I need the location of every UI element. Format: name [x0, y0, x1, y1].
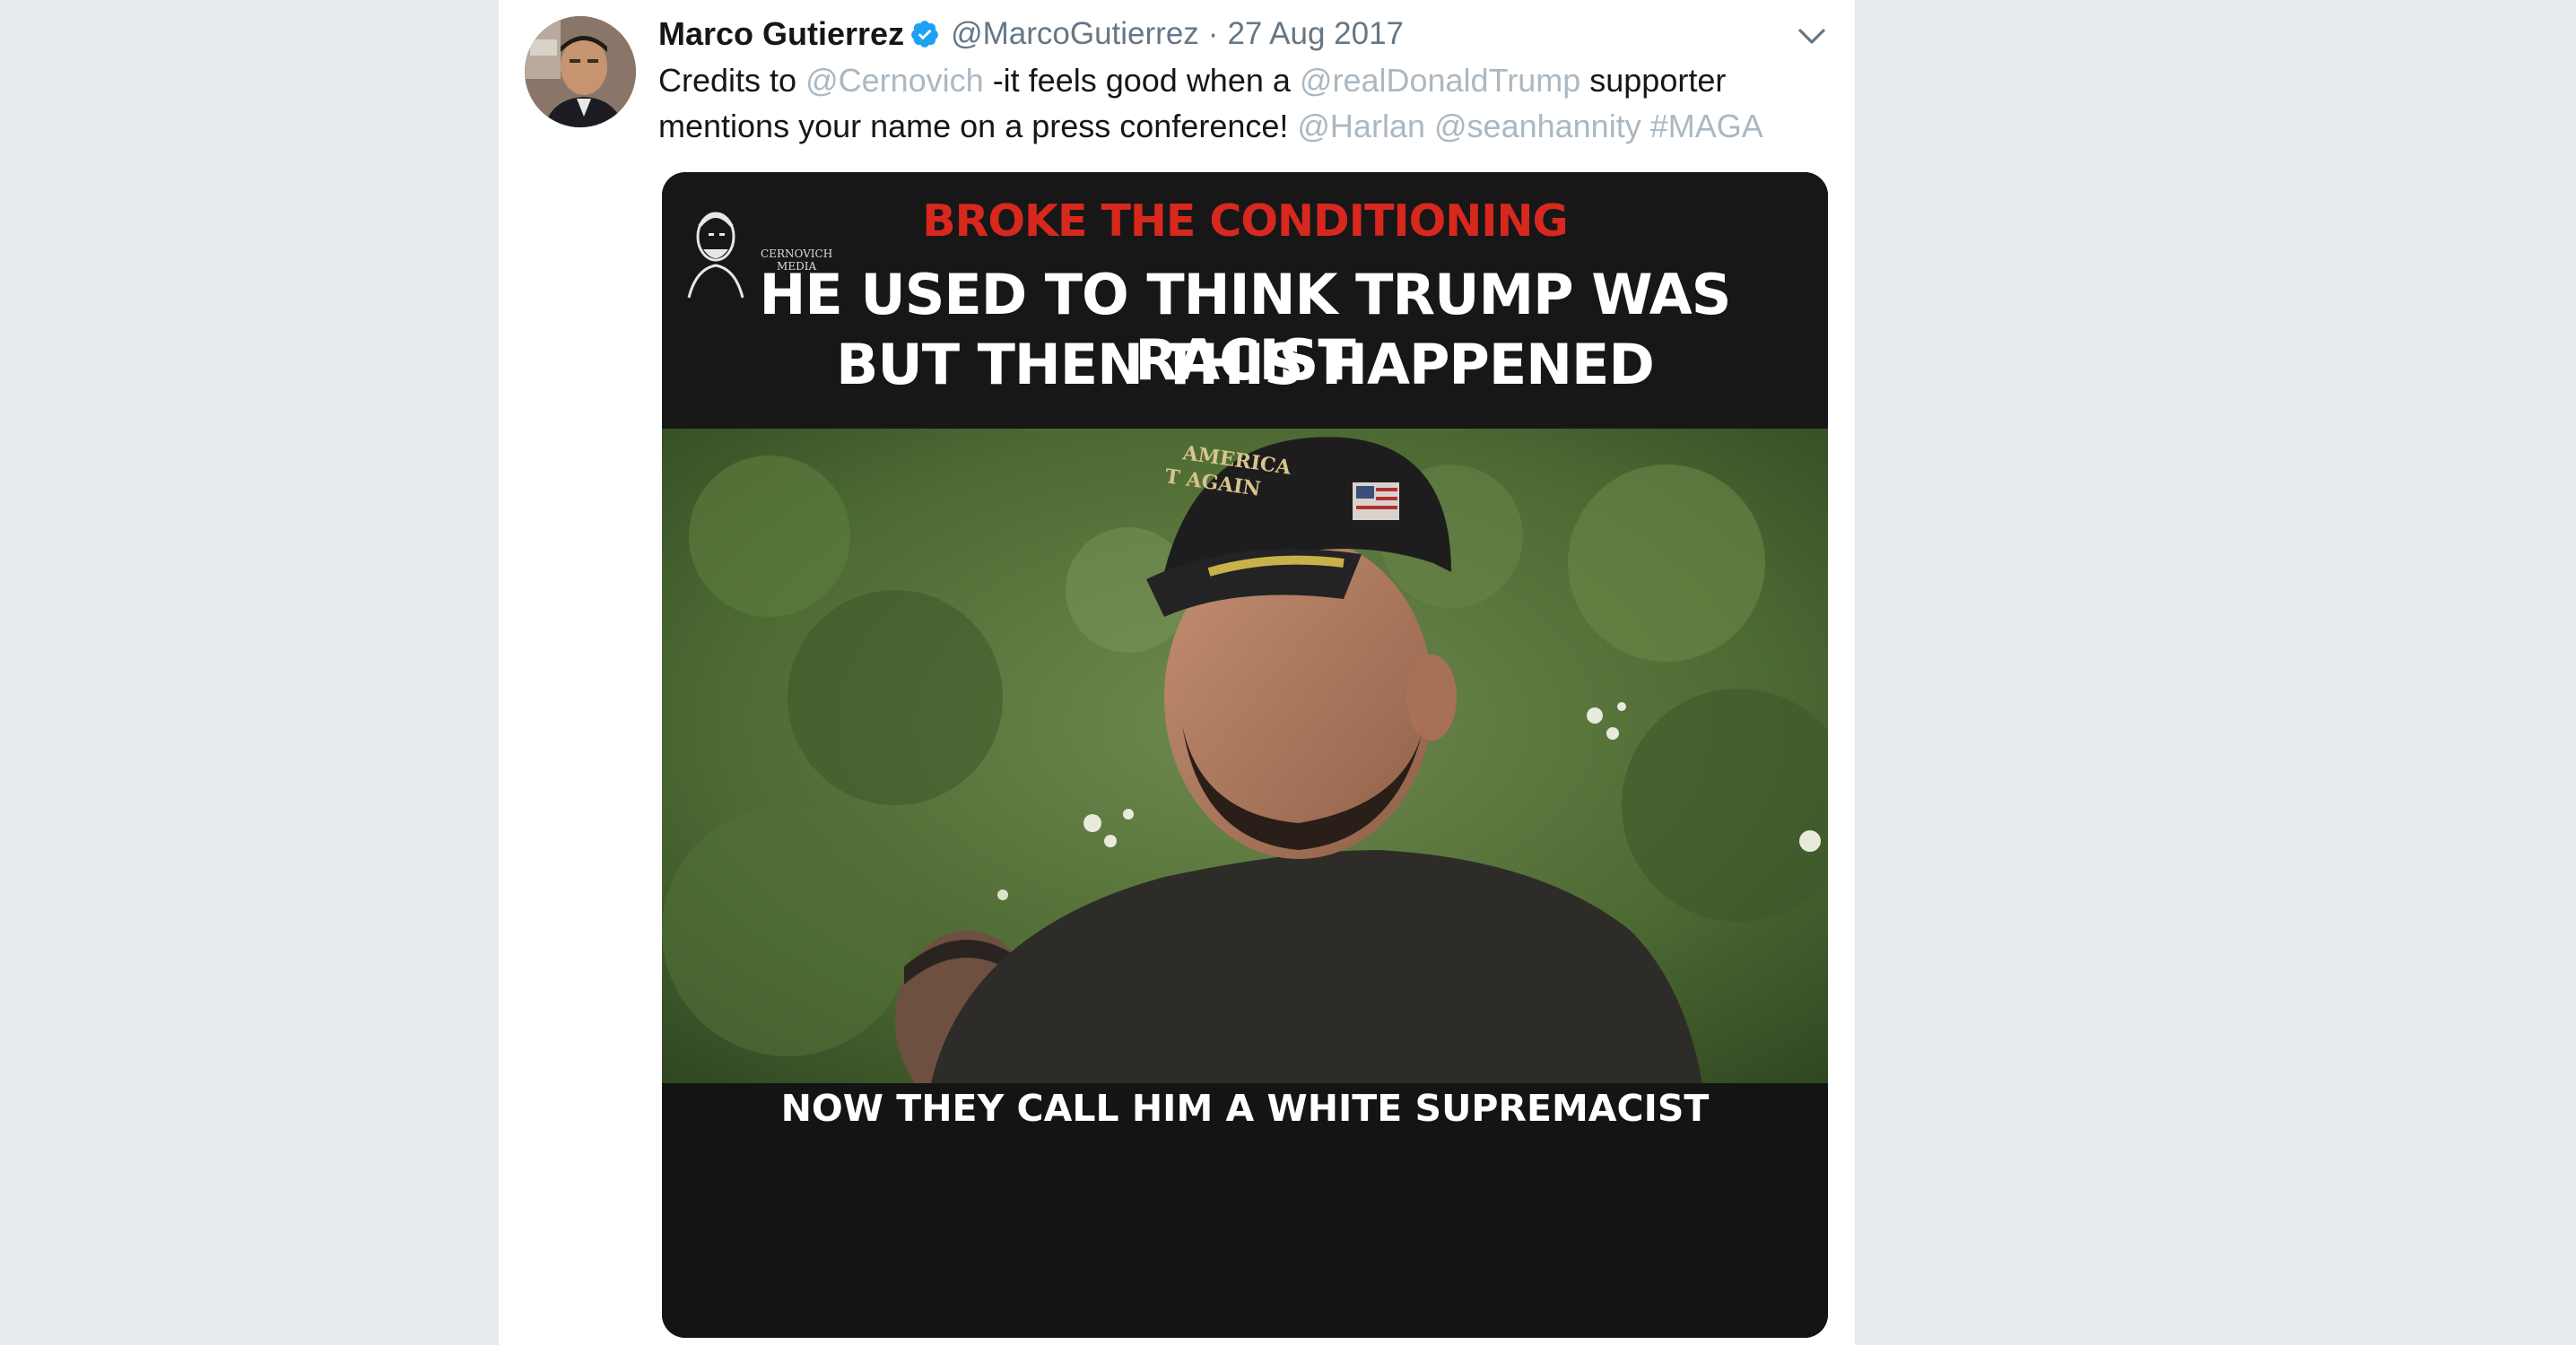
caption-bottom: NOW THEY CALL HIM A WHITE SUPREMACIST — [780, 1087, 1710, 1130]
tweet-date[interactable]: 27 Aug 2017 — [1227, 16, 1404, 52]
tweet-text-segment: -it feels good when a — [983, 62, 1300, 99]
tweet-text-segment: Credits to — [658, 62, 806, 99]
mention-link-seanhannity[interactable]: @seanhannity — [1434, 108, 1641, 144]
chevron-down-icon[interactable] — [1794, 23, 1830, 50]
tweet-text: Credits to @Cernovich -it feels good whe… — [658, 57, 1763, 149]
caption-red-headline: BROKE THE CONDITIONING — [922, 195, 1569, 247]
tweet-header: Marco Gutierrez @MarcoGutierrez · 27 Aug… — [658, 13, 1404, 56]
caption-line-2: BUT THEN THIS HAPPENED — [836, 332, 1655, 397]
avatar[interactable] — [525, 16, 636, 127]
separator-dot: · — [1207, 16, 1219, 51]
tweet-media[interactable]: CERNOVICH MEDIA BROKE THE CONDITIONING H… — [662, 172, 1828, 1338]
mention-link-harlan[interactable]: @Harlan — [1297, 108, 1425, 144]
tweet-card[interactable]: Marco Gutierrez @MarcoGutierrez · 27 Aug… — [499, 0, 1855, 1345]
hashtag-link-maga[interactable]: #MAGA — [1650, 108, 1763, 144]
media-photo: AMERICA T AGAIN — [662, 429, 1828, 1110]
user-handle[interactable]: @MarcoGutierrez — [951, 16, 1199, 52]
tweet-text-segment: mentions your name on a press conference… — [658, 108, 1298, 144]
tweet-text-segment: supporter — [1580, 62, 1727, 99]
verified-badge-icon — [909, 19, 940, 49]
display-name[interactable]: Marco Gutierrez — [658, 15, 904, 53]
mention-link-cernovich[interactable]: @Cernovich — [805, 62, 984, 99]
mention-link-realdonaldtrump[interactable]: @realDonaldTrump — [1300, 62, 1580, 99]
tweet-text-line-2: mentions your name on a press conference… — [658, 103, 1763, 149]
watermark-line: CERNOVICH — [761, 247, 833, 260]
tweet-text-line-1: Credits to @Cernovich -it feels good whe… — [658, 57, 1762, 103]
